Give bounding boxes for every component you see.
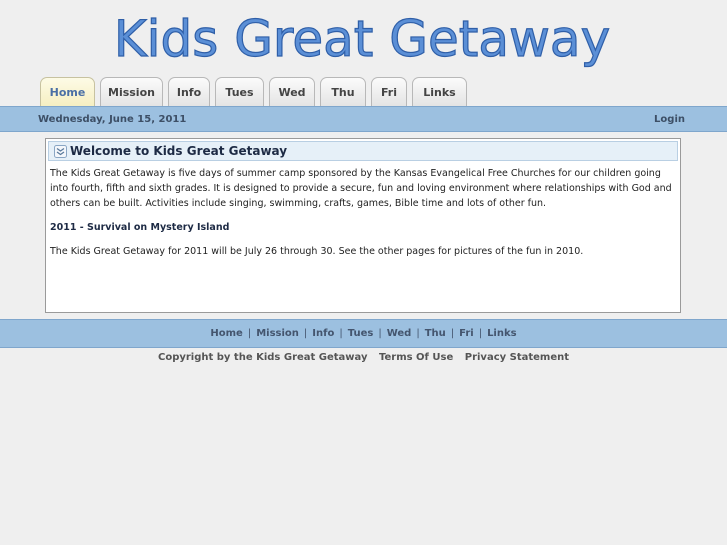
- tab-info[interactable]: Info: [168, 77, 210, 106]
- welcome-panel: Welcome to Kids Great Getaway The Kids G…: [45, 138, 681, 313]
- terms-of-use-link[interactable]: Terms Of Use: [379, 352, 453, 363]
- footer-separator: |: [339, 328, 343, 339]
- footer-link-wed[interactable]: Wed: [387, 328, 412, 339]
- site-logo: Kids Great Getaway: [0, 0, 727, 76]
- footer-link-fri[interactable]: Fri: [459, 328, 474, 339]
- tab-thu[interactable]: Thu: [320, 77, 366, 106]
- footer-link-mission[interactable]: Mission: [256, 328, 299, 339]
- footer-link-links[interactable]: Links: [487, 328, 517, 339]
- footer-separator: |: [478, 328, 483, 339]
- tab-fri[interactable]: Fri: [371, 77, 407, 106]
- footer-link-home[interactable]: Home: [210, 328, 242, 339]
- site-logo-text: Kids Great Getaway: [114, 10, 610, 68]
- panel-title: Welcome to Kids Great Getaway: [70, 144, 288, 158]
- tab-mission[interactable]: Mission: [100, 77, 163, 106]
- privacy-statement-link[interactable]: Privacy Statement: [465, 352, 569, 363]
- copyright-bar: Copyright by the Kids Great Getaway Term…: [0, 352, 727, 363]
- main-nav-tabs: Home Mission Info Tues Wed Thu Fri Links: [40, 77, 467, 106]
- dates-paragraph: The Kids Great Getaway for 2011 will be …: [50, 246, 584, 257]
- footer-nav: Home | Mission | Info | Tues | Wed | Thu | Fri | Links: [0, 319, 727, 348]
- tab-home[interactable]: Home: [40, 77, 95, 106]
- footer-link-info[interactable]: Info: [312, 328, 334, 339]
- section-heading: 2011 - Survival on Mystery Island: [50, 222, 230, 233]
- footer-separator: |: [303, 328, 308, 339]
- footer-link-tues[interactable]: Tues: [348, 328, 374, 339]
- panel-body: The Kids Great Getaway is five days of s…: [50, 166, 676, 268]
- panel-header: Welcome to Kids Great Getaway: [48, 141, 678, 161]
- login-link[interactable]: Login: [654, 114, 685, 125]
- intro-paragraph: The Kids Great Getaway is five days of s…: [50, 168, 672, 209]
- tab-tues[interactable]: Tues: [215, 77, 264, 106]
- copyright-text: Copyright by the Kids Great Getaway: [157, 352, 368, 363]
- footer-separator: |: [247, 328, 252, 339]
- footer-separator: |: [378, 328, 382, 339]
- current-date: Wednesday, June 15, 2011: [38, 114, 187, 125]
- footer-separator: |: [416, 328, 420, 339]
- footer-separator: |: [450, 328, 455, 339]
- tab-links[interactable]: Links: [412, 77, 467, 106]
- date-bar: Wednesday, June 15, 2011 Login: [0, 106, 727, 132]
- footer-link-thu[interactable]: Thu: [425, 328, 446, 339]
- chevron-down-icon[interactable]: [54, 145, 67, 158]
- tab-wed[interactable]: Wed: [269, 77, 315, 106]
